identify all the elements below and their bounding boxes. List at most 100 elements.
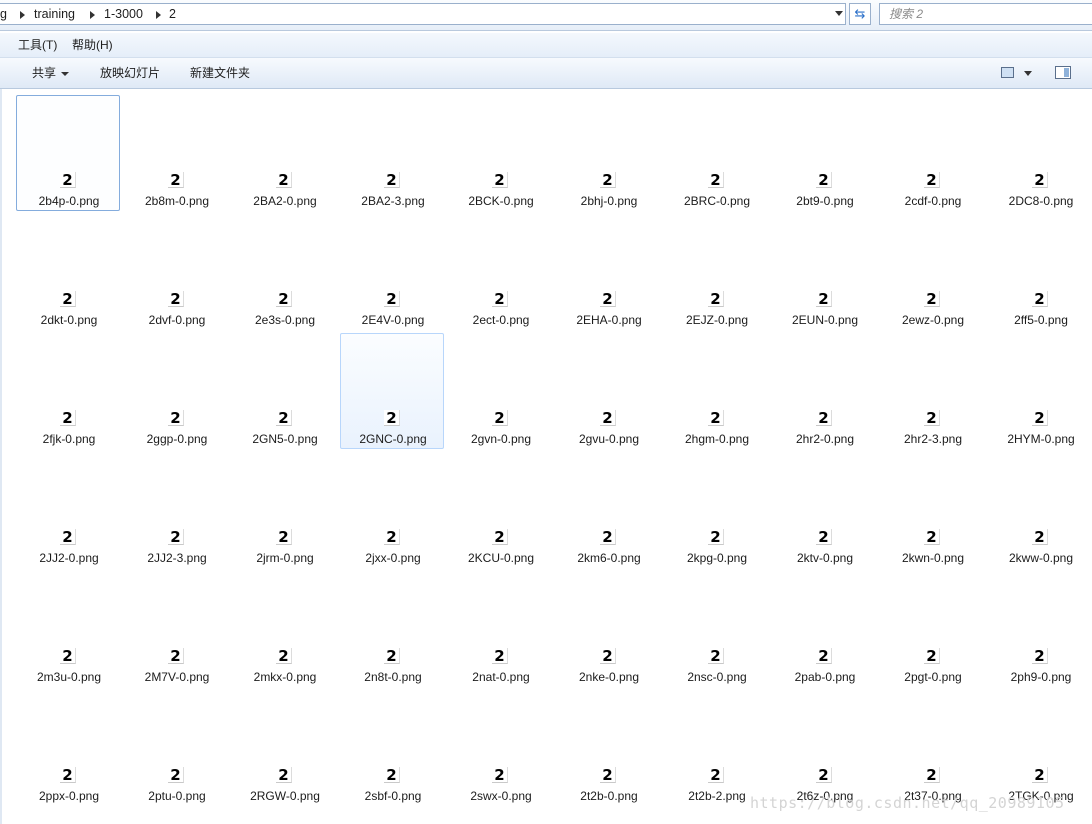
file-item[interactable]: 2 2hr2-0.png — [772, 333, 876, 449]
file-item[interactable]: 2 2EHA-0.png — [556, 214, 660, 330]
file-item[interactable]: 2 2sbf-0.png — [340, 690, 444, 806]
image-thumbnail-icon: 2 — [816, 172, 832, 188]
breadcrumb-arrow-icon[interactable] — [20, 11, 25, 19]
menu-help[interactable]: 帮助(H) — [72, 33, 113, 57]
file-item[interactable]: 2 2swx-0.png — [448, 690, 552, 806]
file-item[interactable]: 2 2t2b-2.png — [664, 690, 768, 806]
file-item[interactable]: 2 2fjk-0.png — [16, 333, 120, 449]
share-button[interactable]: 共享 — [32, 58, 70, 88]
file-item[interactable]: 2 2ggp-0.png — [124, 333, 228, 449]
file-name: 2EJZ-0.png — [685, 313, 749, 327]
file-item[interactable]: 2 2hgm-0.png — [664, 333, 768, 449]
file-name: 2ph9-0.png — [1010, 670, 1072, 684]
file-item[interactable]: 2 2bhj-0.png — [556, 95, 660, 211]
file-item[interactable]: 2 2BCK-0.png — [448, 95, 552, 211]
file-item[interactable]: 2 2bt9-0.png — [772, 95, 876, 211]
breadcrumb-arrow-icon[interactable] — [156, 11, 161, 19]
image-thumbnail-icon: 2 — [60, 410, 76, 426]
file-item[interactable]: 2 2EJZ-0.png — [664, 214, 768, 330]
breadcrumb-item[interactable]: g — [0, 4, 7, 24]
file-item[interactable]: 2 2ect-0.png — [448, 214, 552, 330]
file-item[interactable]: 2 2DC8-0.png — [988, 95, 1092, 211]
file-item[interactable]: 2 2TGK-0.png — [988, 690, 1092, 806]
image-thumbnail-icon: 2 — [276, 648, 292, 664]
address-bar[interactable]: g training 1-3000 2 — [0, 3, 846, 25]
file-item[interactable]: 2 2JJ2-0.png — [16, 452, 120, 568]
file-item[interactable]: 2 2cdf-0.png — [880, 95, 984, 211]
file-item[interactable]: 2 2ktv-0.png — [772, 452, 876, 568]
file-item[interactable]: 2 2hr2-3.png — [880, 333, 984, 449]
file-item[interactable]: 2 2BA2-0.png — [232, 95, 336, 211]
file-item[interactable]: 2 2m3u-0.png — [16, 571, 120, 687]
file-item[interactable]: 2 2ptu-0.png — [124, 690, 228, 806]
preview-pane-icon[interactable] — [1055, 66, 1071, 79]
image-thumbnail-icon: 2 — [1032, 410, 1048, 426]
file-item[interactable]: 2 2BA2-3.png — [340, 95, 444, 211]
change-view-icon[interactable] — [1001, 67, 1014, 78]
file-item[interactable]: 2 2km6-0.png — [556, 452, 660, 568]
file-item[interactable]: 2 2t37-0.png — [880, 690, 984, 806]
chevron-down-icon[interactable] — [1024, 71, 1032, 76]
file-item[interactable]: 2 2e3s-0.png — [232, 214, 336, 330]
image-thumbnail-icon: 2 — [492, 767, 508, 783]
address-history-dropdown-icon[interactable] — [832, 3, 846, 23]
file-name: 2DC8-0.png — [1008, 194, 1074, 208]
file-item[interactable]: 2 2ppx-0.png — [16, 690, 120, 806]
file-item[interactable]: 2 2kpg-0.png — [664, 452, 768, 568]
search-input[interactable]: 搜索 2 — [879, 3, 1092, 25]
file-item[interactable]: 2 2nat-0.png — [448, 571, 552, 687]
file-item[interactable]: 2 2t6z-0.png — [772, 690, 876, 806]
file-item[interactable]: 2 2BRC-0.png — [664, 95, 768, 211]
breadcrumb-item[interactable]: training — [34, 4, 75, 24]
file-item[interactable]: 2 2KCU-0.png — [448, 452, 552, 568]
file-item[interactable]: 2 2M7V-0.png — [124, 571, 228, 687]
file-item[interactable]: 2 2gvn-0.png — [448, 333, 552, 449]
file-item[interactable]: 2 2gvu-0.png — [556, 333, 660, 449]
file-item[interactable]: 2 2JJ2-3.png — [124, 452, 228, 568]
file-item[interactable]: 2 2b4p-0.png — [16, 95, 120, 211]
breadcrumb-arrow-icon[interactable] — [90, 11, 95, 19]
image-thumbnail-icon: 2 — [384, 172, 400, 188]
file-name: 2ewz-0.png — [901, 313, 965, 327]
image-thumbnail-icon: 2 — [168, 767, 184, 783]
slideshow-button[interactable]: 放映幻灯片 — [100, 58, 160, 88]
new-folder-button[interactable]: 新建文件夹 — [190, 58, 250, 88]
menu-tools[interactable]: 工具(T) — [18, 33, 57, 57]
breadcrumb-item[interactable]: 2 — [169, 4, 176, 24]
file-name: 2sbf-0.png — [364, 789, 422, 803]
breadcrumb-item[interactable]: 1-3000 — [104, 4, 143, 24]
file-item[interactable]: 2 2pab-0.png — [772, 571, 876, 687]
image-thumbnail-icon: 2 — [60, 529, 76, 545]
file-item[interactable]: 2 2kww-0.png — [988, 452, 1092, 568]
file-item[interactable]: 2 2b8m-0.png — [124, 95, 228, 211]
file-item[interactable]: 2 2E4V-0.png — [340, 214, 444, 330]
image-thumbnail-icon: 2 — [708, 410, 724, 426]
file-item[interactable]: 2 2EUN-0.png — [772, 214, 876, 330]
file-name: 2hr2-0.png — [795, 432, 855, 446]
command-bar: 共享 放映幻灯片 新建文件夹 — [0, 58, 1092, 89]
file-item[interactable]: 2 2GNC-0.png — [340, 333, 444, 449]
file-item[interactable]: 2 2t2b-0.png — [556, 690, 660, 806]
file-item[interactable]: 2 2mkx-0.png — [232, 571, 336, 687]
image-thumbnail-icon: 2 — [600, 410, 616, 426]
file-item[interactable]: 2 2HYM-0.png — [988, 333, 1092, 449]
file-item[interactable]: 2 2nsc-0.png — [664, 571, 768, 687]
file-item[interactable]: 2 2jxx-0.png — [340, 452, 444, 568]
pane-divider[interactable] — [0, 89, 2, 824]
file-item[interactable]: 2 2nke-0.png — [556, 571, 660, 687]
file-item[interactable]: 2 2RGW-0.png — [232, 690, 336, 806]
file-item[interactable]: 2 2kwn-0.png — [880, 452, 984, 568]
file-name: 2BA2-0.png — [253, 194, 317, 208]
file-item[interactable]: 2 2n8t-0.png — [340, 571, 444, 687]
file-item[interactable]: 2 2ewz-0.png — [880, 214, 984, 330]
file-item[interactable]: 2 2GN5-0.png — [232, 333, 336, 449]
file-item[interactable]: 2 2jrm-0.png — [232, 452, 336, 568]
file-item[interactable]: 2 2dvf-0.png — [124, 214, 228, 330]
file-item[interactable]: 2 2dkt-0.png — [16, 214, 120, 330]
image-thumbnail-icon: 2 — [60, 648, 76, 664]
image-thumbnail-icon: 2 — [492, 648, 508, 664]
file-item[interactable]: 2 2ph9-0.png — [988, 571, 1092, 687]
refresh-icon[interactable]: ⇆ — [849, 3, 871, 25]
file-item[interactable]: 2 2pgt-0.png — [880, 571, 984, 687]
file-item[interactable]: 2 2ff5-0.png — [988, 214, 1092, 330]
